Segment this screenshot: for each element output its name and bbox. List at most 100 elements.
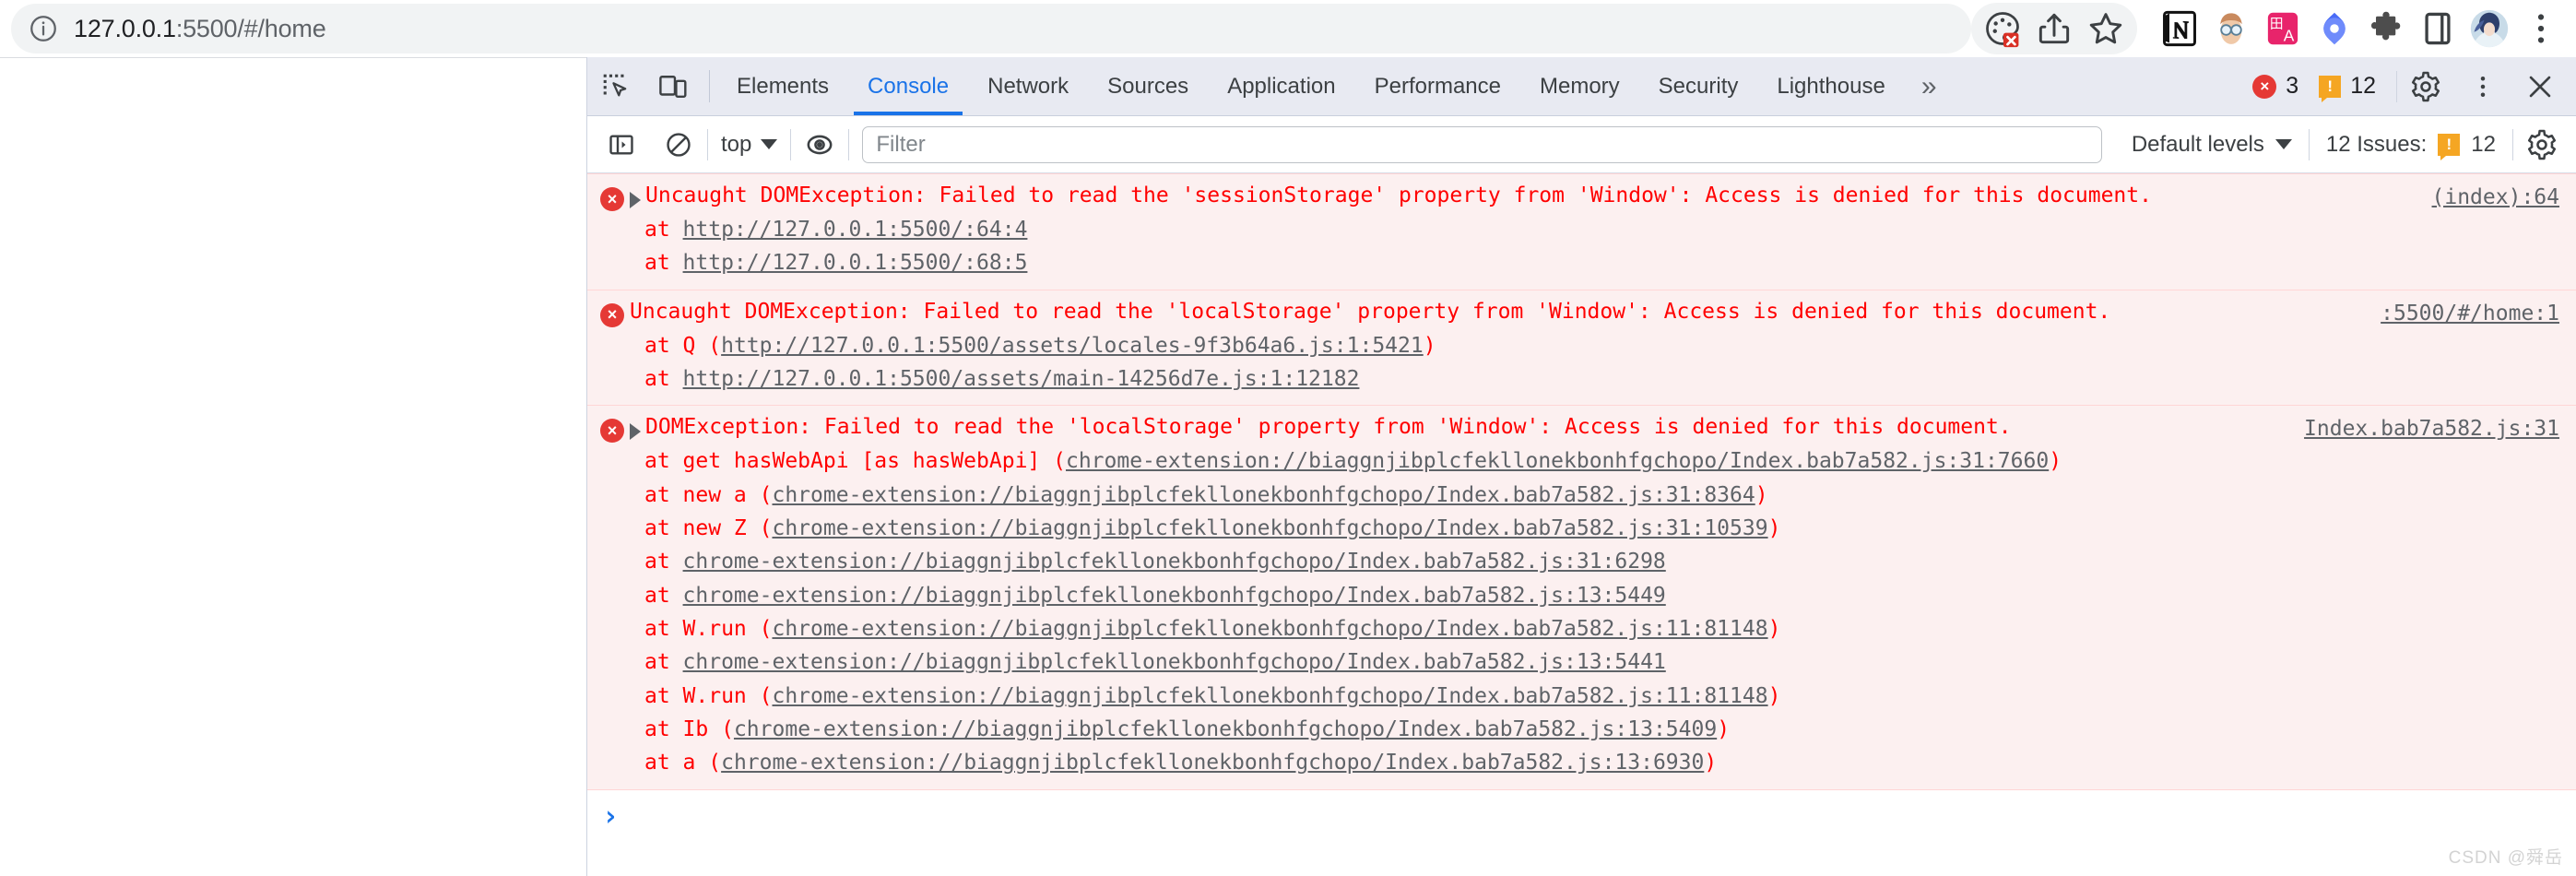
share-icon[interactable]	[2028, 3, 2080, 54]
stack-frame-paren: )	[1767, 683, 1781, 708]
avatar-sunglasses-extension-icon[interactable]	[2205, 3, 2257, 54]
console-message-source-link[interactable]: Index.bab7a582.js:31	[2304, 417, 2559, 441]
console-message-source-link[interactable]: (index):64	[2432, 185, 2559, 209]
stack-frame-label: at Q	[644, 333, 709, 358]
tab-console[interactable]: Console	[848, 57, 968, 115]
gear-icon[interactable]	[2397, 70, 2454, 103]
stack-trace-line: at new a (chrome-extension://biaggnjibpl…	[644, 479, 2576, 512]
stack-frame-link[interactable]: chrome-extension://biaggnjibplcfekllonek…	[772, 617, 1767, 641]
stack-frame-paren: (	[759, 515, 773, 540]
stack-frame-link[interactable]: http://127.0.0.1:5500/:64:4	[683, 218, 1028, 242]
prompt-chevron-icon: ›	[602, 799, 620, 833]
puzzle-extensions-icon[interactable]	[2360, 3, 2412, 54]
stack-frame-link[interactable]: chrome-extension://biaggnjibplcfekllonek…	[772, 483, 1755, 507]
tab-security[interactable]: Security	[1639, 57, 1758, 115]
info-circle-icon[interactable]	[28, 13, 59, 44]
tab-sources[interactable]: Sources	[1088, 57, 1208, 115]
tab-application[interactable]: Application	[1208, 57, 1354, 115]
avatar[interactable]	[2464, 3, 2515, 54]
issues-counter[interactable]: 12 Issues: ! 12	[2310, 131, 2512, 160]
console-prompt[interactable]: ›	[587, 789, 2576, 833]
warning-badge-icon: !	[2438, 133, 2461, 160]
expand-triangle-icon[interactable]	[630, 423, 641, 441]
stack-frame-paren: )	[1767, 616, 1781, 641]
devtools-more-options-icon[interactable]	[2454, 73, 2511, 101]
console-sidebar-icon[interactable]	[593, 130, 650, 160]
stack-frame-paren: (	[708, 333, 722, 358]
clear-console-icon[interactable]	[650, 130, 707, 160]
bookmark-star-icon[interactable]	[2080, 3, 2132, 54]
live-expression-eye-icon[interactable]	[791, 129, 848, 160]
console-message-text: Uncaught DOMException: Failed to read th…	[630, 299, 2111, 324]
filter-input[interactable]: Filter	[862, 125, 2102, 163]
stack-frame-link[interactable]: chrome-extension://biaggnjibplcfekllonek…	[734, 717, 1717, 741]
console-message[interactable]: × Uncaught DOMException: Failed to read t…	[587, 173, 2576, 290]
console-message-header: × Uncaught DOMException: Failed to read t…	[587, 298, 2576, 327]
console-message-list[interactable]: × Uncaught DOMException: Failed to read t…	[587, 173, 2576, 876]
execution-context-select[interactable]: top	[708, 132, 790, 158]
console-message-source-link[interactable]: :5500/#/home:1	[2381, 302, 2559, 326]
console-message-header: × DOMException: Failed to read the 'local…	[587, 413, 2576, 444]
console-settings-gear-icon[interactable]	[2513, 128, 2570, 161]
chevron-down-icon	[761, 139, 778, 149]
stack-frame-label: at new a	[644, 482, 760, 507]
stack-frame-paren: (	[759, 616, 773, 641]
stack-trace-line: at Ib (chrome-extension://biaggnjibplcfe…	[644, 713, 2576, 746]
side-panel-icon[interactable]	[2412, 3, 2464, 54]
console-message-text: Uncaught DOMException: Failed to read th…	[645, 183, 2152, 207]
tab-network[interactable]: Network	[968, 57, 1088, 115]
stack-trace-line: at W.run (chrome-extension://biaggnjibpl…	[644, 680, 2576, 713]
log-levels-value: Default levels	[2131, 131, 2264, 157]
translate-extension-icon[interactable]: 田 A	[2257, 3, 2309, 54]
browser-more-menu-icon[interactable]	[2515, 3, 2567, 54]
filter-placeholder: Filter	[876, 131, 926, 157]
tab-label: Lighthouse	[1777, 73, 1885, 99]
tab-elements[interactable]: Elements	[717, 57, 848, 115]
console-message[interactable]: × Uncaught DOMException: Failed to read t…	[587, 290, 2576, 407]
tabs-overflow-icon[interactable]: »	[1905, 57, 1954, 115]
console-toolbar: top Filter Default levels 12 Issues: ! 1…	[587, 116, 2576, 173]
stack-frame-link[interactable]: chrome-extension://biaggnjibplcfekllonek…	[683, 650, 1666, 674]
tab-label: Console	[868, 73, 950, 99]
console-message-header: × Uncaught DOMException: Failed to read t…	[587, 182, 2576, 211]
stack-frame-link[interactable]: chrome-extension://biaggnjibplcfekllonek…	[772, 684, 1767, 708]
tab-label: Security	[1658, 73, 1739, 99]
warning-counter[interactable]: ! 12	[2319, 73, 2376, 102]
expand-triangle-icon[interactable]	[630, 192, 641, 208]
inspect-element-icon[interactable]	[587, 57, 644, 115]
stack-frame-link[interactable]: chrome-extension://biaggnjibplcfekllonek…	[1066, 449, 2049, 473]
stack-trace-line: at W.run (chrome-extension://biaggnjibpl…	[644, 612, 2576, 645]
console-message-text: DOMException: Failed to read the 'localS…	[645, 415, 2012, 440]
device-toolbar-icon[interactable]	[644, 57, 702, 115]
log-levels-select[interactable]: Default levels	[2115, 132, 2309, 158]
error-icon: ×	[600, 419, 624, 444]
tab-memory[interactable]: Memory	[1520, 57, 1639, 115]
stack-frame-link[interactable]: chrome-extension://biaggnjibplcfekllonek…	[683, 550, 1666, 574]
stack-frame-link[interactable]: http://127.0.0.1:5500/:68:5	[683, 251, 1028, 275]
stack-frame-paren: (	[708, 751, 722, 775]
notion-extension-icon[interactable]	[2154, 3, 2205, 54]
stack-frame-link[interactable]: chrome-extension://biaggnjibplcfekllonek…	[721, 751, 1704, 775]
tab-lighthouse[interactable]: Lighthouse	[1757, 57, 1904, 115]
omnibox[interactable]: 127.0.0.1:5500/#/home	[11, 4, 1971, 53]
close-icon[interactable]	[2511, 71, 2569, 102]
stack-trace-line: at a (chrome-extension://biaggnjibplcfek…	[644, 746, 2576, 779]
stack-frame-link[interactable]: chrome-extension://biaggnjibplcfekllonek…	[772, 516, 1767, 540]
tab-performance[interactable]: Performance	[1355, 57, 1520, 115]
issues-label: 12 Issues:	[2325, 131, 2428, 157]
diamond-extension-icon[interactable]	[2309, 3, 2360, 54]
stack-frame-link[interactable]: http://127.0.0.1:5500/assets/locales-9f3…	[721, 334, 1424, 358]
stack-frame-link[interactable]: http://127.0.0.1:5500/assets/main-14256d…	[683, 367, 1360, 391]
stack-trace: at get hasWebApi [as hasWebApi] (chrome-…	[587, 443, 2576, 779]
stack-frame-label: at	[644, 583, 683, 608]
color-picker-blocked-icon[interactable]	[1977, 3, 2028, 54]
stack-frame-link[interactable]: chrome-extension://biaggnjibplcfekllonek…	[683, 584, 1666, 608]
error-icon: ×	[600, 302, 624, 327]
stack-frame-paren: (	[759, 683, 773, 708]
devtools-panel: Elements Console Network Sources Applica…	[586, 57, 2576, 876]
error-counter[interactable]: × 3	[2252, 73, 2298, 100]
console-message[interactable]: × DOMException: Failed to read the 'local…	[587, 406, 2576, 790]
browser-action-buttons: 田 A	[1971, 3, 2576, 54]
svg-text:A: A	[2284, 27, 2295, 45]
stack-frame-label: at W.run	[644, 683, 760, 708]
